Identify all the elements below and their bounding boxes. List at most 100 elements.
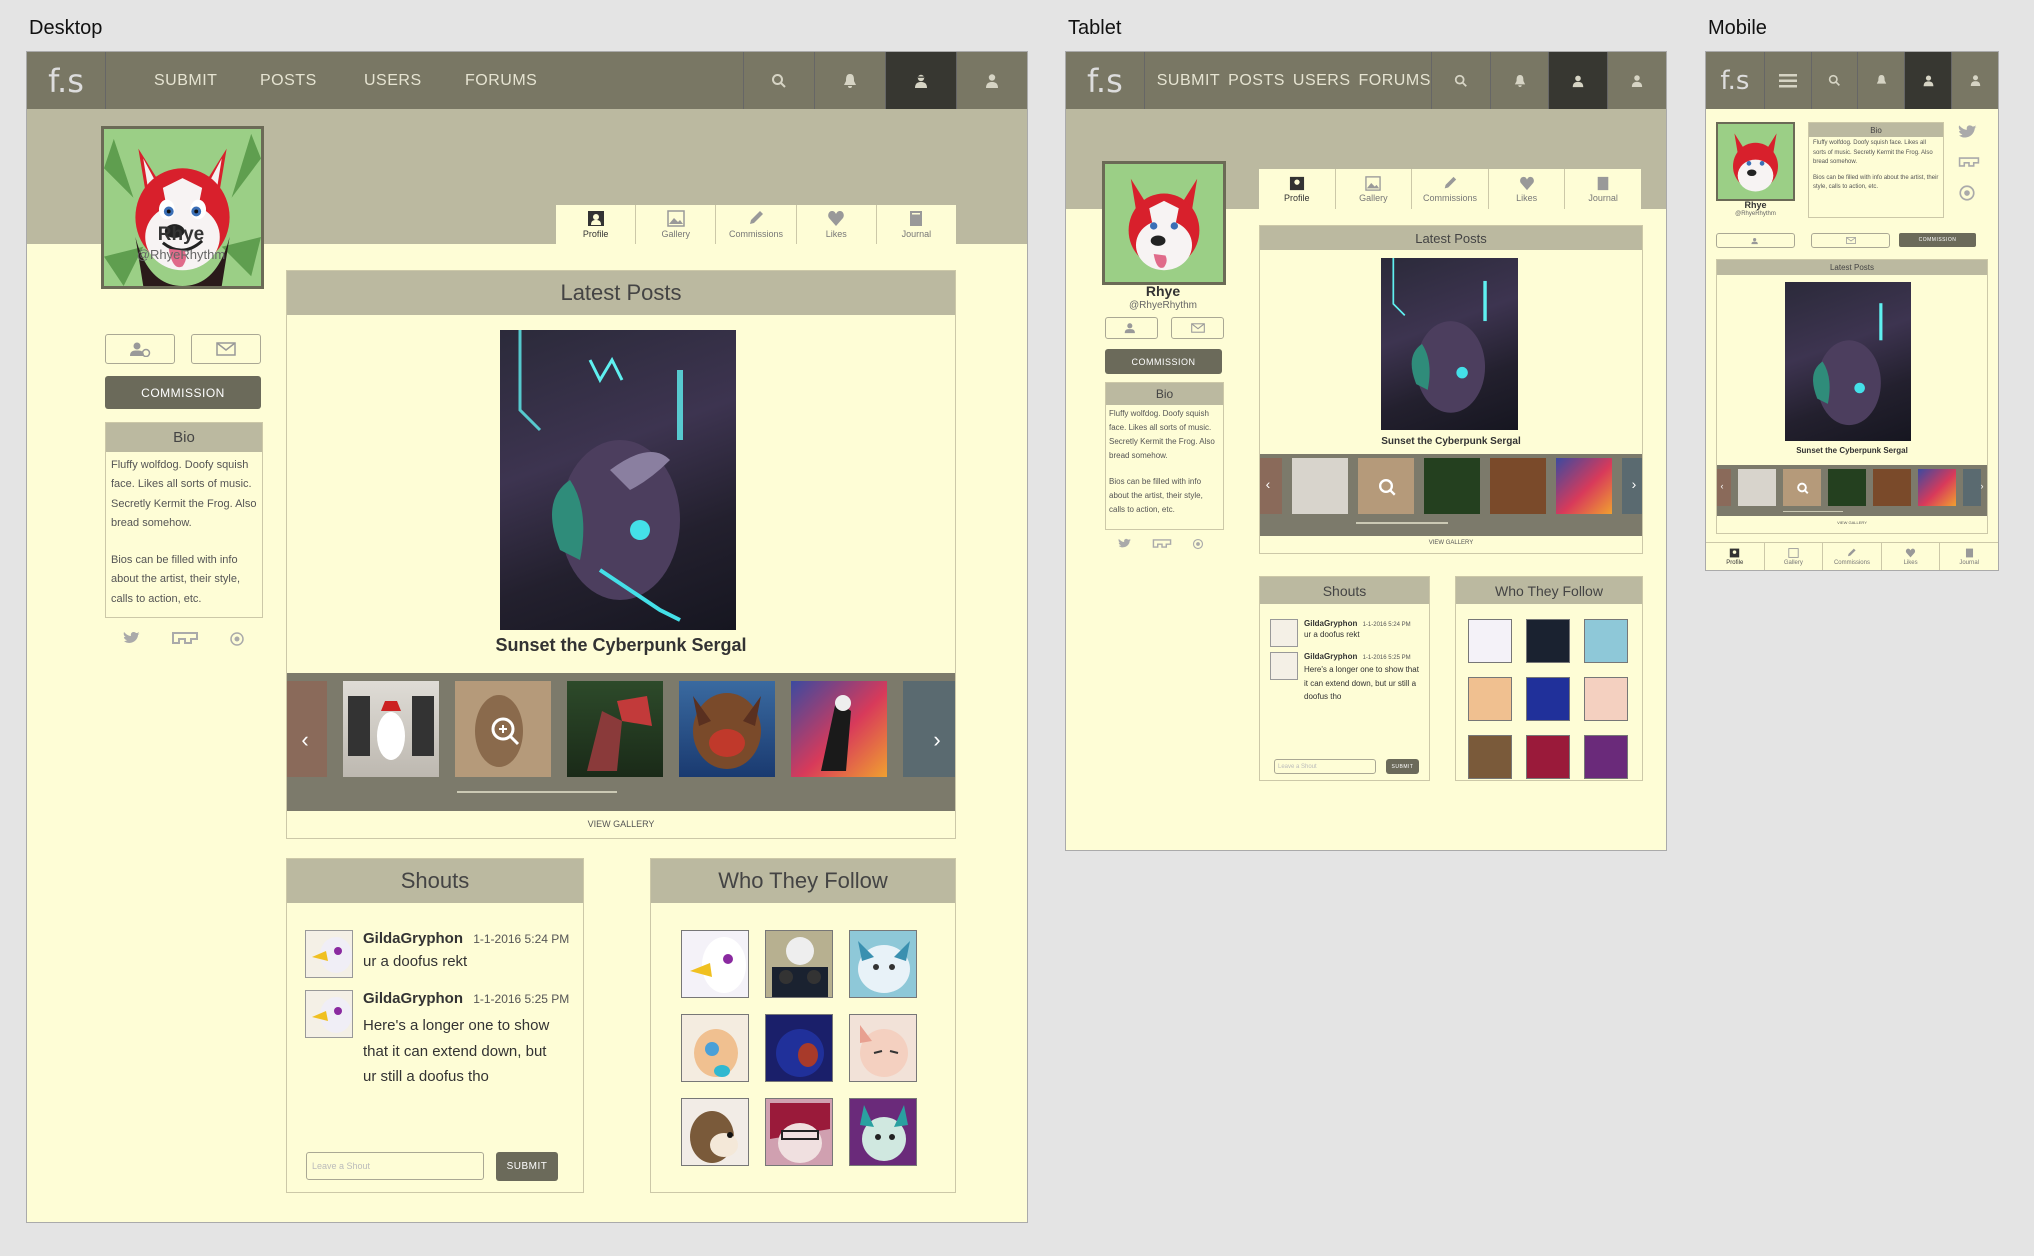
person-icon[interactable]: [1951, 52, 1998, 109]
nav-users[interactable]: USERS: [1293, 72, 1351, 90]
bell-icon[interactable]: [1489, 52, 1549, 109]
gallery-thumb[interactable]: [1490, 458, 1546, 514]
tab-profile[interactable]: Profile: [1259, 169, 1335, 209]
tab-profile[interactable]: Profile: [556, 205, 635, 244]
gallery-thumb[interactable]: [1358, 458, 1414, 514]
followed-avatar[interactable]: [681, 930, 749, 998]
followed-avatar[interactable]: [1584, 735, 1628, 779]
person-icon[interactable]: [956, 52, 1027, 109]
view-gallery-link[interactable]: VIEW GALLERY: [287, 819, 955, 829]
shout-submit-button[interactable]: SUBMIT: [1386, 759, 1419, 774]
follow-button[interactable]: [1105, 317, 1158, 339]
search-icon[interactable]: [1810, 52, 1858, 109]
followed-avatar[interactable]: [1468, 619, 1512, 663]
logo[interactable]: f.s: [1706, 52, 1765, 109]
furaffinity-icon[interactable]: [171, 631, 199, 645]
carousel-next-icon[interactable]: ›: [1628, 476, 1640, 492]
twitter-icon[interactable]: [1958, 124, 1978, 140]
shout-avatar[interactable]: [1270, 652, 1298, 680]
nav-submit[interactable]: SUBMIT: [1157, 72, 1220, 90]
nav-posts[interactable]: POSTS: [260, 72, 364, 90]
commission-button[interactable]: COMMISSION: [1105, 349, 1222, 374]
featured-artwork[interactable]: [1381, 258, 1518, 430]
followed-avatar[interactable]: [1468, 677, 1512, 721]
followed-avatar[interactable]: [681, 1098, 749, 1166]
follow-button[interactable]: [105, 334, 175, 364]
twitter-icon[interactable]: [1118, 538, 1132, 549]
user-silhouette-icon[interactable]: [885, 52, 956, 109]
followed-avatar[interactable]: [849, 1014, 917, 1082]
nav-posts[interactable]: POSTS: [1228, 72, 1285, 90]
gallery-thumb[interactable]: [1873, 469, 1911, 506]
gallery-thumb[interactable]: [455, 681, 551, 777]
message-button[interactable]: [1171, 317, 1224, 339]
commission-button[interactable]: COMMISSION: [105, 376, 261, 409]
followed-avatar[interactable]: [849, 1098, 917, 1166]
tab-journal[interactable]: Journal: [1939, 543, 1998, 570]
followed-avatar[interactable]: [765, 1014, 833, 1082]
carousel-next-icon[interactable]: ›: [1978, 481, 1986, 491]
hamburger-icon[interactable]: [1765, 52, 1811, 109]
deviantart-icon[interactable]: [1958, 184, 1976, 202]
gallery-thumb[interactable]: [1292, 458, 1348, 514]
user-silhouette-icon[interactable]: [1904, 52, 1952, 109]
followed-avatar[interactable]: [1468, 735, 1512, 779]
message-button[interactable]: [1811, 233, 1890, 248]
followed-avatar[interactable]: [1526, 619, 1570, 663]
twitter-icon[interactable]: [123, 631, 141, 645]
view-gallery-link[interactable]: VIEW GALLERY: [1717, 520, 1987, 525]
deviantart-icon[interactable]: [1192, 538, 1204, 550]
featured-artwork[interactable]: [1785, 282, 1911, 441]
commission-button[interactable]: COMMISSION: [1899, 233, 1976, 247]
user-silhouette-icon[interactable]: [1548, 52, 1608, 109]
followed-avatar[interactable]: [1526, 677, 1570, 721]
featured-artwork[interactable]: [500, 330, 736, 630]
shout-avatar[interactable]: [305, 930, 353, 978]
tab-commissions[interactable]: Commissions: [715, 205, 795, 244]
gallery-thumb[interactable]: [1738, 469, 1776, 506]
tab-likes[interactable]: Likes: [795, 205, 876, 244]
shout-user[interactable]: GildaGryphon: [1304, 619, 1357, 628]
gallery-thumb[interactable]: [1918, 469, 1956, 506]
nav-submit[interactable]: SUBMIT: [154, 72, 260, 90]
gallery-thumb[interactable]: [343, 681, 439, 777]
followed-avatar[interactable]: [765, 1098, 833, 1166]
carousel-prev-icon[interactable]: ‹: [1262, 476, 1274, 492]
tab-gallery[interactable]: Gallery: [635, 205, 715, 244]
nav-forums[interactable]: FORUMS: [465, 72, 537, 90]
profile-avatar[interactable]: [1102, 161, 1226, 285]
shout-avatar[interactable]: [1270, 619, 1298, 647]
followed-avatar[interactable]: [681, 1014, 749, 1082]
shout-avatar[interactable]: [305, 990, 353, 1038]
carousel-scrollbar[interactable]: [1783, 511, 1843, 512]
gallery-thumb[interactable]: [1424, 458, 1480, 514]
furaffinity-icon[interactable]: [1152, 538, 1172, 549]
logo[interactable]: f.s: [27, 52, 106, 109]
followed-avatar[interactable]: [849, 930, 917, 998]
deviantart-icon[interactable]: [229, 631, 245, 647]
shout-input[interactable]: Leave a Shout: [306, 1152, 484, 1180]
followed-avatar[interactable]: [1526, 735, 1570, 779]
tab-likes[interactable]: Likes: [1880, 543, 1940, 570]
tab-gallery[interactable]: Gallery: [1334, 169, 1412, 209]
carousel-scrollbar[interactable]: [1356, 522, 1448, 524]
gallery-thumb[interactable]: [679, 681, 775, 777]
bell-icon[interactable]: [814, 52, 885, 109]
bell-icon[interactable]: [1857, 52, 1904, 109]
tab-profile[interactable]: Profile: [1706, 543, 1764, 570]
tab-gallery[interactable]: Gallery: [1763, 543, 1823, 570]
gallery-thumb[interactable]: [791, 681, 887, 777]
shout-user[interactable]: GildaGryphon: [363, 990, 463, 1007]
logo[interactable]: f.s: [1066, 52, 1145, 109]
nav-forums[interactable]: FORUMS: [1359, 72, 1431, 90]
shout-input[interactable]: Leave a Shout: [1274, 759, 1376, 774]
followed-avatar[interactable]: [765, 930, 833, 998]
tab-journal[interactable]: Journal: [875, 205, 956, 244]
carousel-scrollbar[interactable]: [457, 791, 617, 793]
tab-likes[interactable]: Likes: [1487, 169, 1565, 209]
carousel-prev-icon[interactable]: ‹: [295, 725, 315, 755]
shout-user[interactable]: GildaGryphon: [363, 930, 463, 947]
followed-avatar[interactable]: [1584, 677, 1628, 721]
gallery-thumb[interactable]: [1783, 469, 1821, 506]
view-gallery-link[interactable]: VIEW GALLERY: [1260, 540, 1642, 546]
